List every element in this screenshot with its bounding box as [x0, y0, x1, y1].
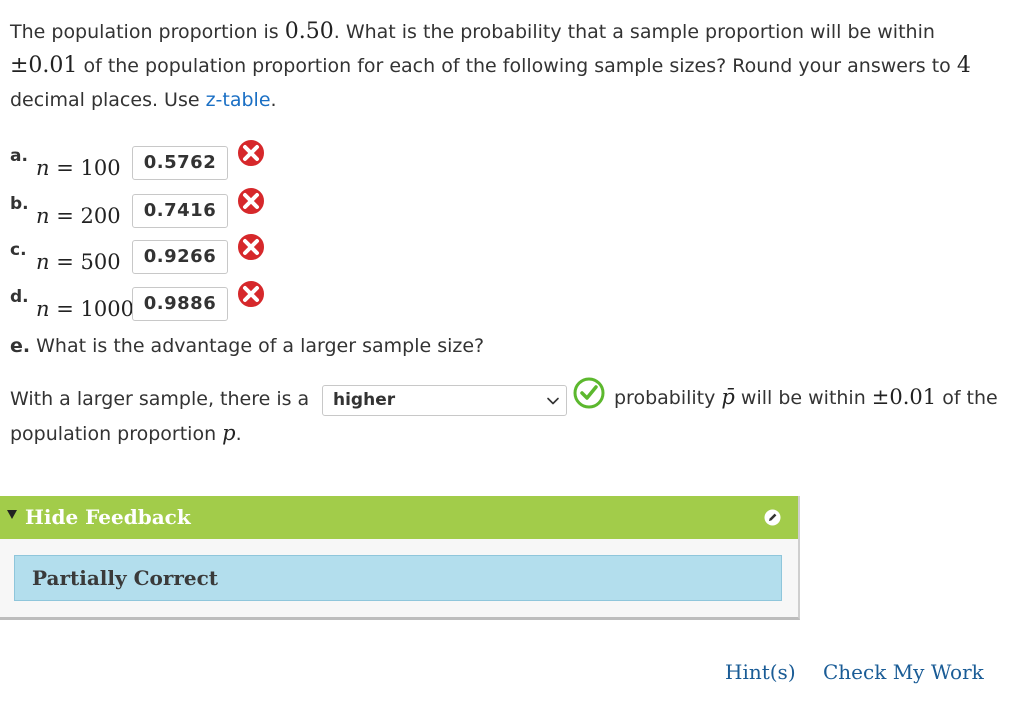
question-text-part: .: [270, 89, 277, 111]
equals-sign: =: [49, 156, 81, 180]
hints-link[interactable]: Hint(s): [725, 660, 796, 684]
n-symbol: n: [36, 250, 50, 274]
part-letter: d.: [10, 287, 29, 307]
check-my-work-link[interactable]: Check My Work: [823, 660, 984, 684]
sentence-text: will be within: [734, 387, 872, 409]
n-symbol: n: [36, 156, 50, 180]
x-circle-icon: [236, 279, 266, 309]
x-circle-icon: [236, 232, 266, 262]
feedback-result-text: Partially Correct: [32, 566, 219, 590]
probability-dropdown[interactable]: higher: [322, 385, 567, 416]
sample-size-expression: n = 100: [36, 156, 121, 180]
p-symbol: p: [222, 421, 236, 445]
question-text-part: The population proportion is: [10, 21, 285, 43]
equals-sign: =: [49, 204, 81, 228]
part-letter: a.: [10, 146, 28, 166]
question-text: The population proportion is 0.50. What …: [10, 15, 1000, 117]
equals-sign: =: [49, 297, 81, 321]
decimal-places-value: 4: [956, 53, 971, 78]
feedback-header[interactable]: Hide Feedback: [0, 496, 798, 539]
sample-size-expression: n = 500: [36, 250, 121, 274]
sample-size-value: 1000: [80, 297, 134, 321]
sample-size-value: 500: [80, 250, 121, 274]
sample-size-value: 100: [80, 156, 121, 180]
answer-input-b[interactable]: 0.7416: [132, 194, 228, 228]
population-proportion-value: 0.50: [284, 19, 334, 44]
answer-input-d[interactable]: 0.9886: [132, 287, 228, 321]
sentence-text: of the: [936, 387, 998, 409]
sentence-text: probability: [614, 387, 722, 409]
part-e-sentence-start: With a larger sample, there is a: [10, 388, 310, 410]
x-circle-icon: [236, 138, 266, 168]
question-text-part: of the population proportion for each of…: [77, 55, 957, 77]
answer-input-c[interactable]: 0.9266: [132, 240, 228, 274]
feedback-panel: Hide Feedback Partially Correct: [0, 496, 800, 620]
sample-size-expression: n = 1000: [36, 297, 134, 321]
sample-size-expression: n = 200: [36, 204, 121, 228]
n-symbol: n: [36, 204, 50, 228]
tolerance-value: ±0.01: [10, 53, 78, 78]
feedback-result-box: Partially Correct: [14, 555, 782, 601]
z-table-link[interactable]: z-table: [206, 89, 271, 111]
part-letter: b.: [10, 194, 29, 214]
question-text-part: decimal places. Use: [10, 89, 206, 111]
part-e-question: e. What is the advantage of a larger sam…: [10, 335, 484, 357]
part-e-sentence-middle: probability p̄ will be within ±0.01 of t…: [614, 385, 998, 409]
dropdown-selected-value: higher: [333, 390, 396, 410]
equals-sign: =: [49, 250, 81, 274]
part-e-question-text: What is the advantage of a larger sample…: [30, 335, 485, 357]
pencil-icon[interactable]: [764, 509, 781, 526]
question-text-part: . What is the probability that a sample …: [333, 21, 935, 43]
part-letter: e.: [10, 335, 31, 357]
sentence-text: population proportion: [10, 423, 223, 445]
part-letter: c.: [10, 240, 27, 260]
check-circle-icon: [573, 377, 605, 409]
hide-feedback-toggle[interactable]: Hide Feedback: [25, 505, 191, 529]
sentence-text: .: [235, 423, 242, 445]
part-e-sentence-end: population proportion p.: [10, 421, 242, 445]
p-bar-symbol: p̄: [721, 385, 735, 409]
tolerance-value: ±0.01: [871, 385, 937, 409]
x-circle-icon: [236, 186, 266, 216]
n-symbol: n: [36, 297, 50, 321]
answer-input-a[interactable]: 0.5762: [132, 146, 228, 180]
triangle-down-icon: [7, 510, 17, 519]
sample-size-value: 200: [80, 204, 121, 228]
chevron-down-icon: [547, 397, 559, 405]
